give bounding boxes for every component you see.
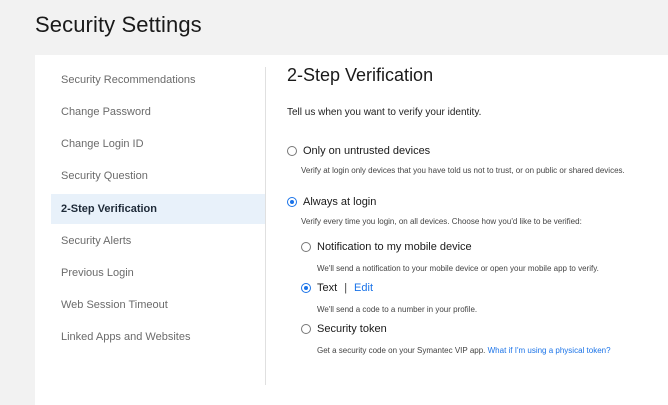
- method-token-description: Get a security code on your Symantec VIP…: [317, 346, 486, 355]
- option-always-at-login[interactable]: Always at login: [287, 196, 376, 208]
- sidebar-item-security-question[interactable]: Security Question: [51, 161, 265, 191]
- sidebar-item-2-step-verification[interactable]: 2-Step Verification: [51, 194, 265, 224]
- settings-card: Security Recommendations Change Password…: [35, 55, 668, 405]
- method-token-description-row: Get a security code on your Symantec VIP…: [317, 346, 611, 355]
- method-text[interactable]: Text | Edit: [301, 282, 373, 294]
- intro-text: Tell us when you want to verify your ide…: [287, 107, 482, 118]
- section-title: 2-Step Verification: [287, 65, 434, 85]
- sidebar-item-linked-apps[interactable]: Linked Apps and Websites: [51, 322, 265, 352]
- vertical-divider: [265, 67, 266, 385]
- method-notification-description: We'll send a notification to your mobile…: [317, 264, 599, 273]
- method-text-separator: |: [344, 282, 348, 294]
- sidebar-item-change-password[interactable]: Change Password: [51, 97, 265, 127]
- sidebar-nav: Security Recommendations Change Password…: [35, 55, 265, 405]
- method-notification-label: Notification to my mobile device: [317, 241, 472, 253]
- radio-notification[interactable]: [301, 242, 311, 252]
- edit-link[interactable]: Edit: [354, 282, 373, 294]
- option-untrusted-devices[interactable]: Only on untrusted devices: [287, 145, 430, 157]
- sidebar-item-security-alerts[interactable]: Security Alerts: [51, 226, 265, 256]
- radio-always-at-login[interactable]: [287, 197, 297, 207]
- option-always-description: Verify every time you login, on all devi…: [301, 217, 582, 226]
- sidebar-item-web-session-timeout[interactable]: Web Session Timeout: [51, 290, 265, 320]
- radio-text[interactable]: [301, 283, 311, 293]
- page-title: Security Settings: [35, 12, 202, 37]
- main-content: 2-Step Verification Tell us when you wan…: [287, 55, 668, 405]
- option-untrusted-description: Verify at login only devices that you ha…: [301, 166, 625, 175]
- method-text-description: We'll send a code to a number in your pr…: [317, 305, 478, 314]
- option-always-label: Always at login: [303, 196, 377, 208]
- radio-security-token[interactable]: [301, 324, 311, 334]
- sidebar-item-security-recommendations[interactable]: Security Recommendations: [51, 65, 265, 95]
- sidebar-item-previous-login[interactable]: Previous Login: [51, 258, 265, 288]
- physical-token-link[interactable]: What if I'm using a physical token?: [488, 346, 611, 355]
- option-untrusted-label: Only on untrusted devices: [303, 145, 431, 157]
- method-notification[interactable]: Notification to my mobile device: [301, 241, 472, 253]
- radio-untrusted-devices[interactable]: [287, 146, 297, 156]
- method-token-label: Security token: [317, 323, 387, 335]
- method-text-label: Text: [317, 282, 338, 294]
- method-security-token[interactable]: Security token: [301, 323, 387, 335]
- sidebar-item-change-login-id[interactable]: Change Login ID: [51, 129, 265, 159]
